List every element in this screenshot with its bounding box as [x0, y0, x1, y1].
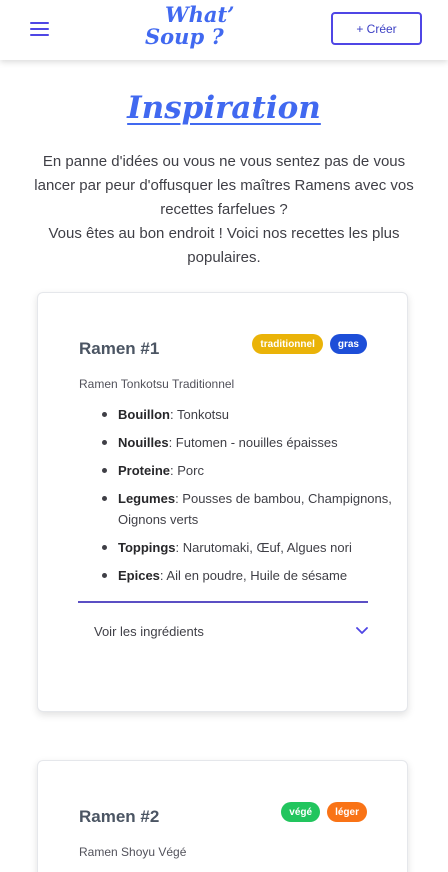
recipe-card: Ramen #1 traditionnel gras Ramen Tonkots…: [37, 292, 408, 712]
recipe-title: Ramen #2: [79, 807, 160, 826]
ingredient-name: Toppings: [118, 540, 176, 555]
list-item: Legumes: Pousses de bambou, Champignons,…: [102, 488, 392, 530]
list-item: Nouilles: Futomen - nouilles épaisses: [102, 432, 392, 453]
logo-line-2: Soup ?: [145, 24, 224, 49]
list-item: Proteine: Porc: [102, 460, 392, 481]
divider: [78, 601, 368, 603]
badge-leger: léger: [327, 802, 367, 822]
recipe-badges: traditionnel gras: [252, 334, 367, 354]
create-button[interactable]: + Créer: [331, 12, 422, 45]
intro-text: En panne d'idées ou vous ne vous sentez …: [22, 150, 426, 270]
ingredient-value: : Futomen - nouilles épaisses: [168, 435, 338, 450]
ingredient-name: Legumes: [118, 491, 176, 506]
ingredient-value: : Tonkotsu: [170, 407, 230, 422]
show-ingredients-toggle[interactable]: Voir les ingrédients: [94, 621, 368, 641]
ingredient-name: Proteine: [118, 463, 171, 478]
list-item: Bouillon: Tonkotsu: [102, 404, 392, 425]
list-item: Epices: Ail en poudre, Huile de sésame: [102, 565, 392, 586]
ingredient-value: : Porc: [170, 463, 204, 478]
intro-paragraph-1: En panne d'idées ou vous ne vous sentez …: [34, 153, 414, 218]
ingredient-name: Epices: [118, 568, 160, 583]
top-navbar: What’ Soup ? + Créer: [0, 0, 448, 60]
ingredient-list: Bouillon: Tonkotsu Nouilles: Futomen - n…: [102, 404, 392, 593]
what-soup-logo[interactable]: What’ Soup ?: [145, 2, 255, 52]
logo-line-1: What’: [165, 2, 235, 27]
ingredient-value: : Narutomaki, Œuf, Algues nori: [175, 540, 352, 555]
badge-traditionnel: traditionnel: [252, 334, 323, 354]
recipe-card: Ramen #2 végé léger Ramen Shoyu Végé: [37, 760, 408, 872]
badge-vege: végé: [281, 802, 321, 822]
hamburger-menu-icon[interactable]: [30, 20, 50, 36]
list-item: Toppings: Narutomaki, Œuf, Algues nori: [102, 537, 392, 558]
toggle-label: Voir les ingrédients: [94, 623, 204, 639]
badge-gras: gras: [329, 334, 367, 354]
intro-paragraph-2: Vous êtes au bon endroit ! Voici nos rec…: [48, 225, 400, 266]
ingredient-name: Bouillon: [118, 407, 170, 422]
ingredient-name: Nouilles: [118, 435, 169, 450]
recipe-title: Ramen #1: [79, 339, 160, 358]
page-title: Inspiration: [127, 90, 321, 126]
ingredient-value: : Ail en poudre, Huile de sésame: [159, 568, 348, 583]
recipe-subtitle: Ramen Shoyu Végé: [79, 845, 187, 859]
recipe-badges: végé léger: [281, 802, 367, 822]
recipe-subtitle: Ramen Tonkotsu Traditionnel: [79, 377, 235, 391]
chevron-down-icon[interactable]: [356, 627, 368, 635]
